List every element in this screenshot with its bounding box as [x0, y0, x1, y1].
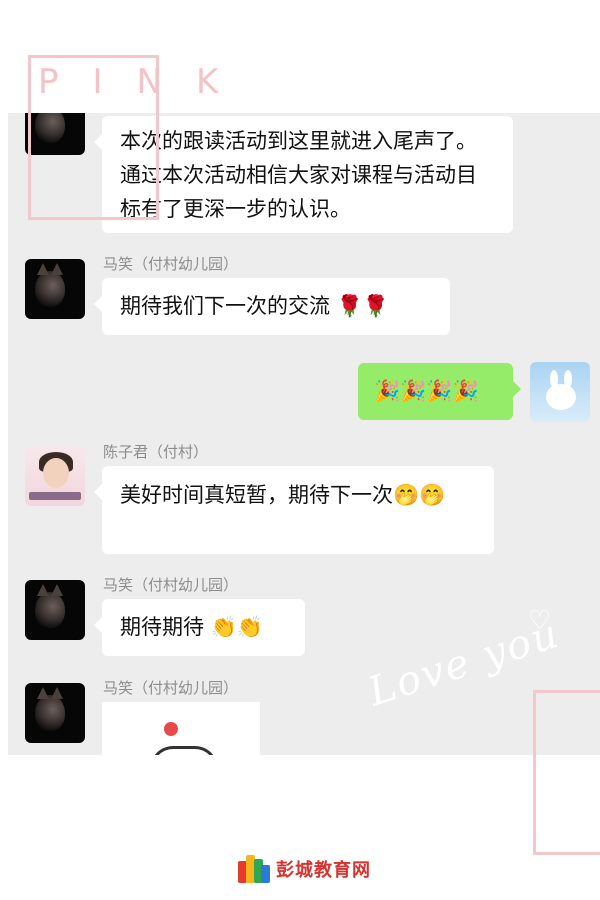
- cat-icon: [35, 584, 65, 628]
- pink-watermark: PINK: [38, 62, 253, 102]
- book-logo-icon: [238, 855, 270, 883]
- avatar[interactable]: [25, 683, 85, 743]
- message-bubble[interactable]: 期待我们下一次的交流 🌹🌹: [94, 278, 450, 335]
- avatar[interactable]: [25, 259, 85, 319]
- clapping-emoji: 👏👏: [210, 615, 263, 639]
- flower-icon: [164, 722, 178, 736]
- logo-text: 彭城教育网: [276, 860, 371, 881]
- rose-emoji: 🌹🌹: [336, 294, 389, 318]
- message-bubble-sent[interactable]: 🎉🎉🎉🎉: [358, 363, 521, 420]
- pink-frame-bottom-right: [533, 690, 600, 855]
- sender-name: 马笑（付村幼儿园）: [103, 679, 239, 697]
- avatar[interactable]: [530, 362, 590, 422]
- message-text: 期待期待: [120, 615, 204, 639]
- sender-name: 马笑（付村幼儿园）: [103, 255, 239, 273]
- message-bubble[interactable]: 美好时间真短暂，期待下一次🤭🤭: [94, 466, 494, 554]
- party-popper-emoji: 🎉🎉🎉🎉: [374, 379, 479, 403]
- avatar[interactable]: [25, 580, 85, 640]
- site-logo[interactable]: 彭城教育网: [238, 852, 371, 886]
- sticker-image[interactable]: [102, 702, 260, 755]
- cat-icon: [35, 687, 65, 731]
- covering-mouth-emoji: 🤭🤭: [393, 483, 446, 507]
- sender-name: 陈子君（付村）: [103, 443, 209, 461]
- message-text: 美好时间真短暂，期待下一次: [120, 483, 393, 507]
- message-text: 本次的跟读活动到这里就进入尾声了。通过本次活动相信大家对课程与活动目标有了更深一…: [120, 129, 477, 221]
- message-bubble[interactable]: 期待期待 👏👏: [94, 599, 305, 656]
- message-bubble[interactable]: 本次的跟读活动到这里就进入尾声了。通过本次活动相信大家对课程与活动目标有了更深一…: [94, 116, 513, 233]
- avatar[interactable]: [25, 446, 85, 506]
- message-text: 期待我们下一次的交流: [120, 294, 330, 318]
- cat-icon: [35, 263, 65, 307]
- sender-name: 马笑（付村幼儿园）: [103, 576, 239, 594]
- heart-icon: ♡: [528, 606, 552, 636]
